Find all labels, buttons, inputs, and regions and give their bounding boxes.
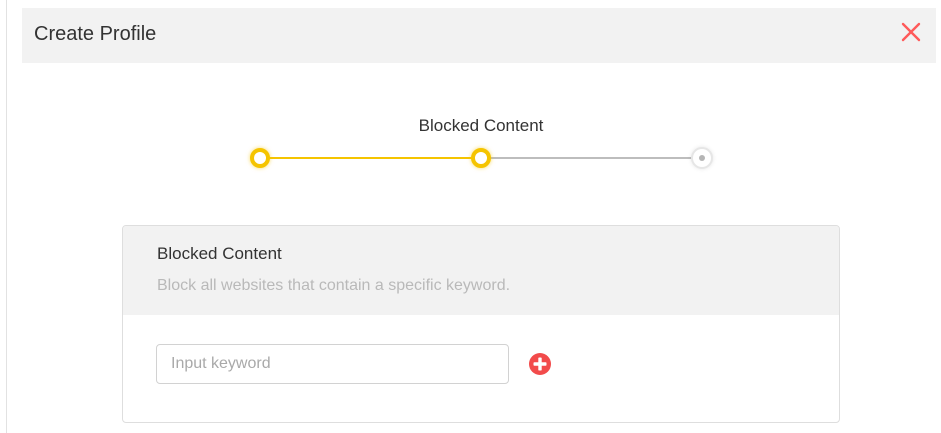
- progress-stepper: Blocked Content: [0, 0, 941, 200]
- panel-description: Block all websites that contain a specif…: [157, 277, 511, 294]
- step-connector-pending: [481, 157, 702, 159]
- step-1-dot-completed: [250, 148, 270, 168]
- step-connector-completed: [260, 157, 481, 159]
- add-keyword-button[interactable]: [528, 352, 552, 376]
- create-profile-dialog: Create Profile Blocked Content Blocked C…: [0, 0, 941, 433]
- panel-title: Blocked Content: [157, 244, 282, 263]
- current-step-label: Blocked Content: [418, 116, 544, 135]
- plus-circle-icon: [529, 353, 551, 375]
- step-3-dot-pending: [691, 147, 713, 169]
- blocked-content-panel: Blocked Content Block all websites that …: [122, 225, 840, 423]
- step-2-dot-current: [471, 148, 491, 168]
- keyword-input[interactable]: [156, 344, 509, 384]
- panel-header: Blocked Content Block all websites that …: [123, 226, 839, 315]
